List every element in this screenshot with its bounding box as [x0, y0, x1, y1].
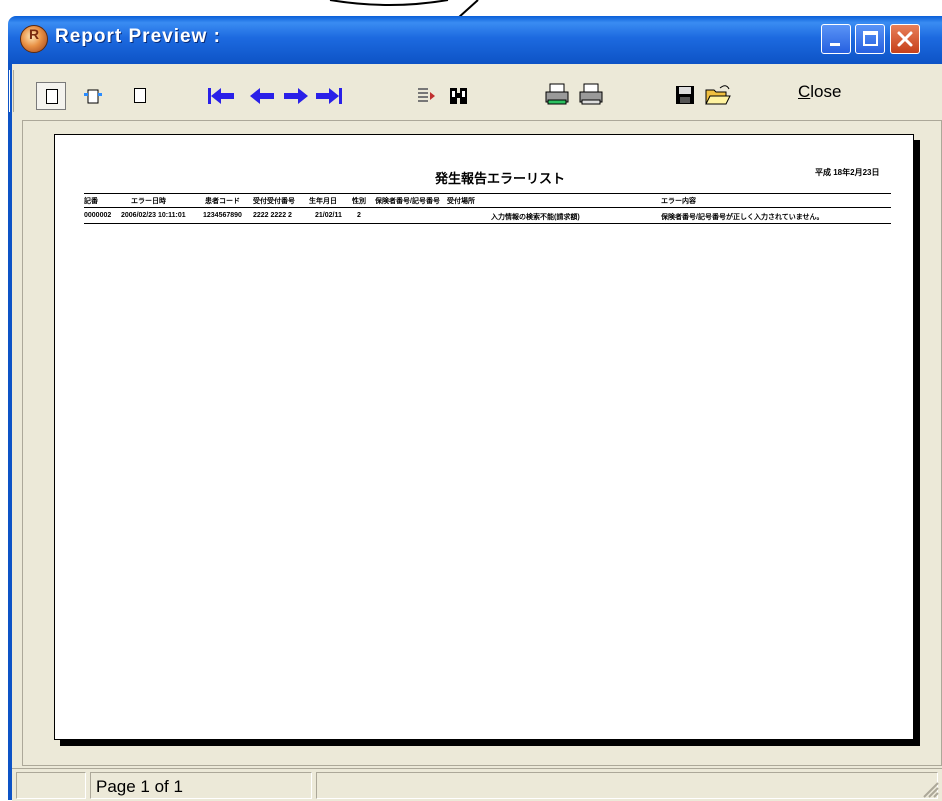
column-header: 受付場所	[447, 198, 475, 205]
close-icon	[897, 31, 913, 47]
table-cell: 2006/02/23 10:11:01	[121, 212, 186, 219]
close-accel-letter: C	[798, 82, 811, 101]
single-page-icon	[46, 89, 58, 104]
app-icon-letter: R	[28, 26, 40, 42]
app-icon[interactable]: R	[20, 25, 48, 53]
minimize-icon	[830, 43, 840, 46]
page-indicator: Page 1 of 1	[96, 777, 183, 796]
last-page-icon	[316, 88, 342, 104]
table-cell: 保険者番号/記号番号が正しく入力されていません。	[661, 214, 824, 221]
print-setup-icon	[545, 83, 569, 105]
find-button[interactable]	[444, 82, 474, 110]
header-top-rule	[84, 193, 891, 194]
table-cell: 入力情報の検索不能(請求額)	[491, 214, 580, 221]
toolbar-grip[interactable]	[9, 70, 14, 112]
report-title: 発生報告エラーリスト	[435, 171, 566, 186]
table-cell: 21/02/11	[315, 212, 342, 219]
window-title: Report Preview :	[55, 26, 221, 47]
first-page-button[interactable]	[202, 82, 242, 110]
two-page-button[interactable]	[126, 82, 156, 110]
single-page-button[interactable]	[36, 82, 66, 110]
multi-page-icon	[84, 89, 102, 104]
maximize-button[interactable]	[855, 24, 885, 54]
goto-page-button[interactable]	[410, 82, 440, 110]
print-icon	[579, 83, 603, 105]
open-icon	[705, 85, 731, 105]
resize-grip-icon[interactable]	[918, 777, 940, 799]
report-page: 発生報告エラーリスト 平成 18年2月23日 記番 エラー日時 患者コード 受付…	[54, 134, 914, 740]
report-preview-window: R Report Preview : Close 発生報告エラーリスト 平成 1…	[0, 0, 942, 801]
open-button[interactable]	[702, 80, 734, 110]
table-cell: 1234567890	[203, 212, 242, 219]
find-icon	[450, 88, 467, 104]
print-setup-button[interactable]	[542, 80, 574, 110]
first-page-icon	[208, 88, 234, 104]
column-header: 患者コード	[205, 198, 240, 205]
column-header: 保険者番号/記号番号	[375, 198, 440, 205]
column-header: 記番	[84, 198, 98, 205]
status-pane-left	[16, 772, 86, 799]
status-pane-page: Page 1 of 1	[90, 772, 312, 799]
report-date: 平成 18年2月23日	[815, 168, 880, 177]
two-page-icon	[134, 88, 146, 103]
window-close-button[interactable]	[890, 24, 920, 54]
close-label-rest: lose	[810, 82, 842, 101]
header-bottom-rule	[84, 207, 891, 208]
maximize-icon	[863, 31, 878, 46]
status-pane-right	[316, 772, 938, 799]
print-button[interactable]	[576, 80, 608, 110]
column-header: 生年月日	[309, 198, 337, 205]
row-bottom-rule	[84, 223, 891, 224]
save-icon	[676, 86, 694, 104]
table-cell: 2	[357, 212, 361, 219]
column-header: 受付受付番号	[253, 198, 295, 205]
column-header: エラー日時	[131, 198, 166, 205]
last-page-button[interactable]	[312, 82, 352, 110]
save-button[interactable]	[670, 80, 700, 110]
multi-page-button[interactable]	[80, 82, 116, 110]
minimize-button[interactable]	[821, 24, 851, 54]
status-bar: Page 1 of 1	[12, 768, 942, 801]
column-header: 性別	[352, 198, 366, 205]
table-cell: 0000002	[84, 212, 112, 219]
close-report-button[interactable]: Close	[798, 82, 841, 102]
table-cell: 2222 2222 2	[253, 212, 292, 219]
goto-page-icon	[418, 88, 435, 102]
column-header: エラー内容	[661, 198, 696, 205]
